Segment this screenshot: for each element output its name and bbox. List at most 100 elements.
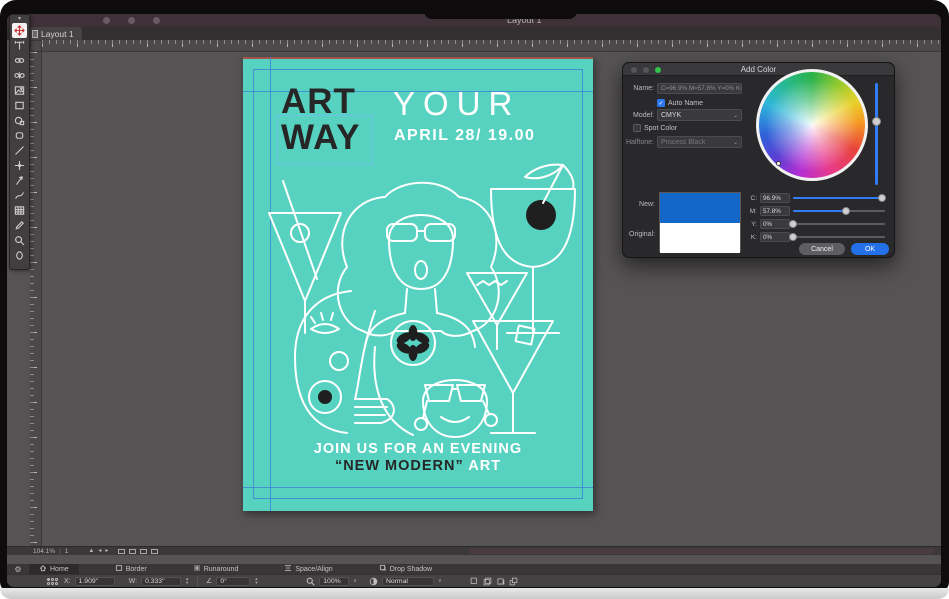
laptop-bezel: Layout 1 Layout 1 ▾ ART WAY bbox=[0, 0, 949, 592]
auto-name-checkbox[interactable]: ✓ bbox=[657, 99, 665, 107]
channel-slider[interactable] bbox=[793, 197, 885, 199]
table-tool[interactable] bbox=[12, 203, 27, 218]
channel-row-y: Y:0% bbox=[749, 219, 885, 229]
spot-color-checkbox[interactable] bbox=[633, 124, 641, 132]
layers-icon[interactable] bbox=[509, 577, 518, 586]
chevron-down-icon[interactable]: ∨ bbox=[438, 578, 442, 584]
text-linking-tool[interactable] bbox=[12, 53, 27, 68]
dialog-titlebar: Add Color bbox=[623, 63, 894, 76]
color-wheel[interactable] bbox=[756, 69, 868, 181]
tool-palette: ▾ bbox=[9, 14, 30, 270]
poster-headline-art: ART bbox=[281, 85, 356, 119]
dialog-minimize-button[interactable] bbox=[643, 67, 649, 73]
tab-runaround[interactable]: Runaround bbox=[183, 564, 249, 574]
color-wheel-marker[interactable] bbox=[776, 161, 781, 166]
brightness-slider-handle[interactable] bbox=[872, 117, 881, 126]
bezier-pen-tool[interactable] bbox=[12, 173, 27, 188]
divider: | bbox=[59, 548, 61, 555]
channel-slider[interactable] bbox=[793, 210, 885, 212]
window-minimize-button[interactable] bbox=[128, 17, 135, 24]
view-export-icon[interactable] bbox=[151, 549, 158, 554]
copy-style-icon[interactable] bbox=[483, 577, 492, 586]
view-monitor-icon[interactable] bbox=[129, 549, 136, 554]
cancel-button[interactable]: Cancel bbox=[799, 243, 845, 255]
dialog-close-button[interactable] bbox=[631, 67, 637, 73]
palette-collapse-icon[interactable]: ▾ bbox=[18, 16, 21, 23]
chevron-down-icon[interactable]: ∨ bbox=[353, 578, 357, 584]
name-field[interactable]: C=96.9% M=57.8% Y=0% K=0% bbox=[657, 83, 742, 94]
page-up-icon[interactable]: ▲ bbox=[88, 547, 94, 555]
channel-slider[interactable] bbox=[793, 236, 885, 238]
view-page-icon[interactable] bbox=[140, 549, 147, 554]
oval-box-tool[interactable] bbox=[12, 113, 27, 128]
picture-content-tool[interactable] bbox=[12, 83, 27, 98]
view-zoom-value[interactable]: 104.1% bbox=[33, 548, 55, 555]
halftone-label: Halftone: bbox=[625, 139, 654, 146]
blend-mode-dropdown[interactable]: Normal bbox=[382, 577, 434, 586]
horizontal-guide[interactable] bbox=[243, 487, 593, 488]
horizontal-ruler[interactable] bbox=[42, 40, 941, 52]
horizontal-scrollbar[interactable] bbox=[469, 548, 935, 554]
tab-home[interactable]: Home bbox=[29, 564, 79, 574]
window-zoom-button[interactable] bbox=[153, 17, 160, 24]
item-tool[interactable] bbox=[12, 23, 27, 38]
w-field[interactable]: 0.333" bbox=[141, 577, 181, 586]
channel-value-field[interactable]: 0% bbox=[760, 232, 790, 242]
channel-slider-handle[interactable] bbox=[789, 220, 797, 228]
document-icon bbox=[32, 30, 38, 38]
spot-color-label: Spot Color bbox=[644, 125, 677, 132]
poster-date-line: APRIL 28/ 19.00 bbox=[394, 127, 535, 145]
channel-value-field[interactable]: 96.9% bbox=[760, 193, 790, 203]
line-tool[interactable] bbox=[12, 143, 27, 158]
poster-page[interactable]: ART WAY YOUR APRIL 28/ 19.00 bbox=[243, 57, 593, 511]
page-number[interactable]: 1 bbox=[65, 548, 69, 555]
channel-value-field[interactable]: 0% bbox=[760, 219, 790, 229]
channel-label: C: bbox=[749, 195, 757, 202]
angle-field[interactable]: 0° bbox=[216, 577, 250, 586]
channel-value-field[interactable]: 57.8% bbox=[760, 206, 790, 216]
next-page-icon[interactable]: ▸ bbox=[105, 547, 108, 555]
model-dropdown[interactable]: CMYK⌄ bbox=[657, 109, 742, 121]
w-stepper[interactable]: ▲▼ bbox=[185, 577, 189, 585]
layout-tab[interactable]: Layout 1 bbox=[27, 27, 82, 40]
window-close-button[interactable] bbox=[103, 17, 110, 24]
channel-label: K: bbox=[749, 234, 757, 241]
channel-slider-handle[interactable] bbox=[789, 233, 797, 241]
tab-runaround-label: Runaround bbox=[204, 566, 239, 573]
pan-tool[interactable] bbox=[12, 248, 27, 263]
ok-button[interactable]: OK bbox=[851, 243, 889, 255]
channel-slider[interactable] bbox=[793, 223, 885, 225]
measurement-bar: X: 1.909" W: 0.333" ▲▼ ∠ 0° ▲▼ 100% ∨ No… bbox=[7, 574, 941, 587]
channel-slider-handle[interactable] bbox=[878, 194, 886, 202]
vertical-ruler[interactable] bbox=[30, 52, 42, 555]
brightness-slider[interactable] bbox=[875, 83, 878, 185]
halftone-dropdown[interactable]: Process Black⌄ bbox=[657, 136, 742, 148]
text-content-tool[interactable] bbox=[12, 38, 27, 53]
tab-space-align[interactable]: Space/Align bbox=[274, 564, 342, 574]
starburst-tool[interactable] bbox=[12, 128, 27, 143]
angle-icon: ∠ bbox=[206, 577, 212, 585]
previous-page-icon[interactable]: ◂ bbox=[98, 547, 101, 555]
channel-slider-handle[interactable] bbox=[842, 207, 850, 215]
ruler-corner bbox=[30, 40, 42, 52]
text-unlinking-tool[interactable] bbox=[12, 68, 27, 83]
freehand-tool[interactable] bbox=[12, 188, 27, 203]
pencil-tool[interactable] bbox=[12, 218, 27, 233]
paste-style-icon[interactable] bbox=[496, 577, 505, 586]
gear-icon[interactable]: ⚙ bbox=[7, 564, 29, 574]
x-field[interactable]: 1.909" bbox=[75, 577, 115, 586]
tab-drop-shadow[interactable]: Drop Shadow bbox=[369, 564, 442, 574]
rectangle-box-tool[interactable] bbox=[12, 98, 27, 113]
channel-row-c: C:96.9% bbox=[749, 193, 885, 203]
tab-border[interactable]: Border bbox=[105, 564, 157, 574]
move-tool[interactable] bbox=[12, 158, 27, 173]
duplicate-icon[interactable] bbox=[470, 577, 479, 586]
angle-stepper[interactable]: ▲▼ bbox=[254, 577, 258, 585]
auto-name-label: Auto Name bbox=[668, 100, 703, 107]
zoom-tool[interactable] bbox=[12, 233, 27, 248]
dialog-zoom-button[interactable] bbox=[655, 67, 661, 73]
reference-point-grid[interactable] bbox=[47, 578, 58, 585]
zoom-field[interactable]: 100% bbox=[319, 577, 349, 586]
laptop-chin bbox=[0, 588, 949, 599]
view-split-icon[interactable] bbox=[118, 549, 125, 554]
